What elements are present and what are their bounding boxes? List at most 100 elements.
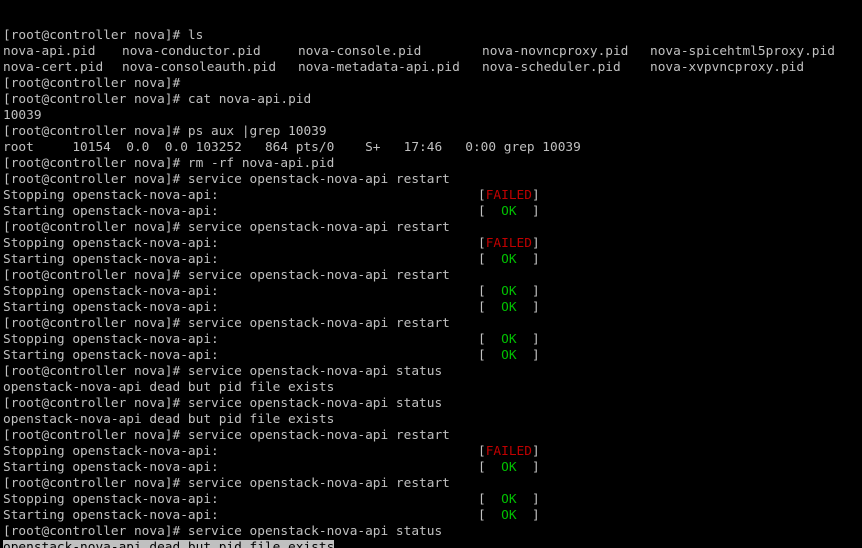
status-bracket-close: ]: [531, 508, 540, 523]
command-text: service openstack-nova-api status: [187, 396, 443, 411]
service-action-label: Stopping openstack-nova-api:: [3, 444, 219, 459]
status-bracket-open: [: [478, 460, 486, 475]
terminal-line: Starting openstack-nova-api: [ OK ]: [3, 252, 862, 268]
service-action-label: Stopping openstack-nova-api:: [3, 188, 219, 203]
service-status: [ OK ]: [478, 252, 540, 268]
status-bracket-open: [: [478, 204, 486, 219]
status-pad: [517, 348, 532, 363]
terminal-line: Starting openstack-nova-api: [ OK ]: [3, 204, 862, 220]
shell-prompt: [root@controller nova]#: [3, 316, 188, 331]
service-action-label: Stopping openstack-nova-api:: [3, 236, 219, 251]
shell-prompt: [root@controller nova]#: [3, 476, 188, 491]
terminal-line: openstack-nova-api dead but pid file exi…: [3, 380, 862, 396]
file-name: nova-spicehtml5proxy.pid: [650, 44, 835, 59]
terminal-line: [root@controller nova]# service openstac…: [3, 268, 862, 284]
status-bracket-close: ]: [531, 284, 540, 299]
status-bracket-close: ]: [531, 460, 540, 475]
shell-prompt: [root@controller nova]#: [3, 28, 188, 43]
status-ok: OK: [501, 204, 517, 219]
command-text: service openstack-nova-api restart: [187, 476, 450, 491]
status-pad: [517, 460, 532, 475]
status-bracket-close: ]: [531, 332, 540, 347]
status-bracket-open: [: [478, 492, 486, 507]
file-name: nova-cert.pid: [3, 60, 104, 75]
status-pad: [486, 508, 501, 523]
terminal-line: Starting openstack-nova-api: [ OK ]: [3, 300, 862, 316]
service-status: [FAILED]: [478, 444, 540, 460]
status-bracket-close: ]: [531, 188, 540, 203]
terminal-line: [root@controller nova]# service openstac…: [3, 364, 862, 380]
terminal-line: Stopping openstack-nova-api: [ OK ]: [3, 492, 862, 508]
service-status: [ OK ]: [478, 492, 540, 508]
service-action-label: Stopping openstack-nova-api:: [3, 492, 219, 507]
terminal-line: [root@controller nova]# service openstac…: [3, 524, 862, 540]
command-text: service openstack-nova-api restart: [187, 268, 450, 283]
terminal-line: [root@controller nova]# service openstac…: [3, 396, 862, 412]
status-pad: [486, 460, 501, 475]
status-bracket-close: ]: [531, 236, 540, 251]
status-ok: OK: [501, 332, 517, 347]
terminal-line: Stopping openstack-nova-api: [ OK ]: [3, 332, 862, 348]
status-ok: OK: [501, 492, 517, 507]
status-pad: [486, 284, 501, 299]
status-failed: FAILED: [485, 236, 532, 251]
status-pad: [517, 284, 532, 299]
terminal-line: nova-api.pid nova-conductor.pid nova-conso…: [3, 44, 862, 60]
status-failed: FAILED: [485, 188, 532, 203]
service-action-label: Stopping openstack-nova-api:: [3, 284, 219, 299]
status-ok: OK: [501, 284, 517, 299]
status-bracket-open: [: [478, 332, 486, 347]
command-text: rm -rf nova-api.pid: [187, 156, 335, 171]
terminal-line: [root@controller nova]# service openstac…: [3, 172, 862, 188]
output-text: openstack-nova-api dead but pid file exi…: [3, 380, 335, 395]
status-bracket-close: ]: [531, 492, 540, 507]
status-pad: [517, 204, 532, 219]
service-status: [FAILED]: [478, 236, 540, 252]
status-ok: OK: [501, 348, 517, 363]
status-pad: [486, 348, 501, 363]
shell-prompt: [root@controller nova]#: [3, 76, 188, 91]
terminal-line: Stopping openstack-nova-api: [FAILED]: [3, 188, 862, 204]
terminal-line: [root@controller nova]#: [3, 76, 862, 92]
file-name: nova-consoleauth.pid: [122, 60, 277, 75]
service-status: [ OK ]: [478, 204, 540, 220]
status-ok: OK: [501, 300, 517, 315]
status-bracket-close: ]: [531, 444, 540, 459]
status-failed: FAILED: [485, 444, 532, 459]
service-status: [ OK ]: [478, 460, 540, 476]
service-action-label: Starting openstack-nova-api:: [3, 508, 219, 523]
shell-prompt: [root@controller nova]#: [3, 524, 188, 539]
shell-prompt: [root@controller nova]#: [3, 220, 188, 235]
command-text: cat nova-api.pid: [187, 92, 312, 107]
terminal-window[interactable]: [root@controller nova]# ls nova-api.pid no…: [0, 0, 862, 548]
status-ok: OK: [501, 252, 517, 267]
service-status: [ OK ]: [478, 300, 540, 316]
output-text: root 10154 0.0 0.0 103252 864 pts/0 S+ 1…: [3, 140, 581, 155]
status-bracket-open: [: [478, 300, 486, 315]
service-status: [ OK ]: [478, 332, 540, 348]
status-pad: [517, 332, 532, 347]
shell-prompt: [root@controller nova]#: [3, 428, 188, 443]
terminal-line: [root@controller nova]# cat nova-api.pid: [3, 92, 862, 108]
terminal-line: [root@controller nova]# service openstac…: [3, 316, 862, 332]
terminal-line: Starting openstack-nova-api: [ OK ]: [3, 460, 862, 476]
terminal-line: Stopping openstack-nova-api: [ OK ]: [3, 284, 862, 300]
terminal-line: Stopping openstack-nova-api: [FAILED]: [3, 236, 862, 252]
shell-prompt: [root@controller nova]#: [3, 124, 188, 139]
file-name: nova-api.pid: [3, 44, 96, 59]
file-name: nova-xvpvncproxy.pid: [650, 60, 805, 75]
command-text: service openstack-nova-api status: [187, 524, 443, 539]
status-bracket-close: ]: [531, 300, 540, 315]
status-bracket-close: ]: [531, 204, 540, 219]
shell-prompt: [root@controller nova]#: [3, 172, 188, 187]
command-text: service openstack-nova-api status: [187, 364, 443, 379]
status-bracket-open: [: [478, 252, 486, 267]
service-action-label: Starting openstack-nova-api:: [3, 348, 219, 363]
service-action-label: Stopping openstack-nova-api:: [3, 332, 219, 347]
service-status: [ OK ]: [478, 348, 540, 364]
status-pad: [486, 332, 501, 347]
terminal-output: [root@controller nova]# ls nova-api.pid no…: [3, 28, 862, 548]
terminal-line: Starting openstack-nova-api: [ OK ]: [3, 348, 862, 364]
status-pad: [486, 492, 501, 507]
terminal-line: [root@controller nova]# service openstac…: [3, 476, 862, 492]
